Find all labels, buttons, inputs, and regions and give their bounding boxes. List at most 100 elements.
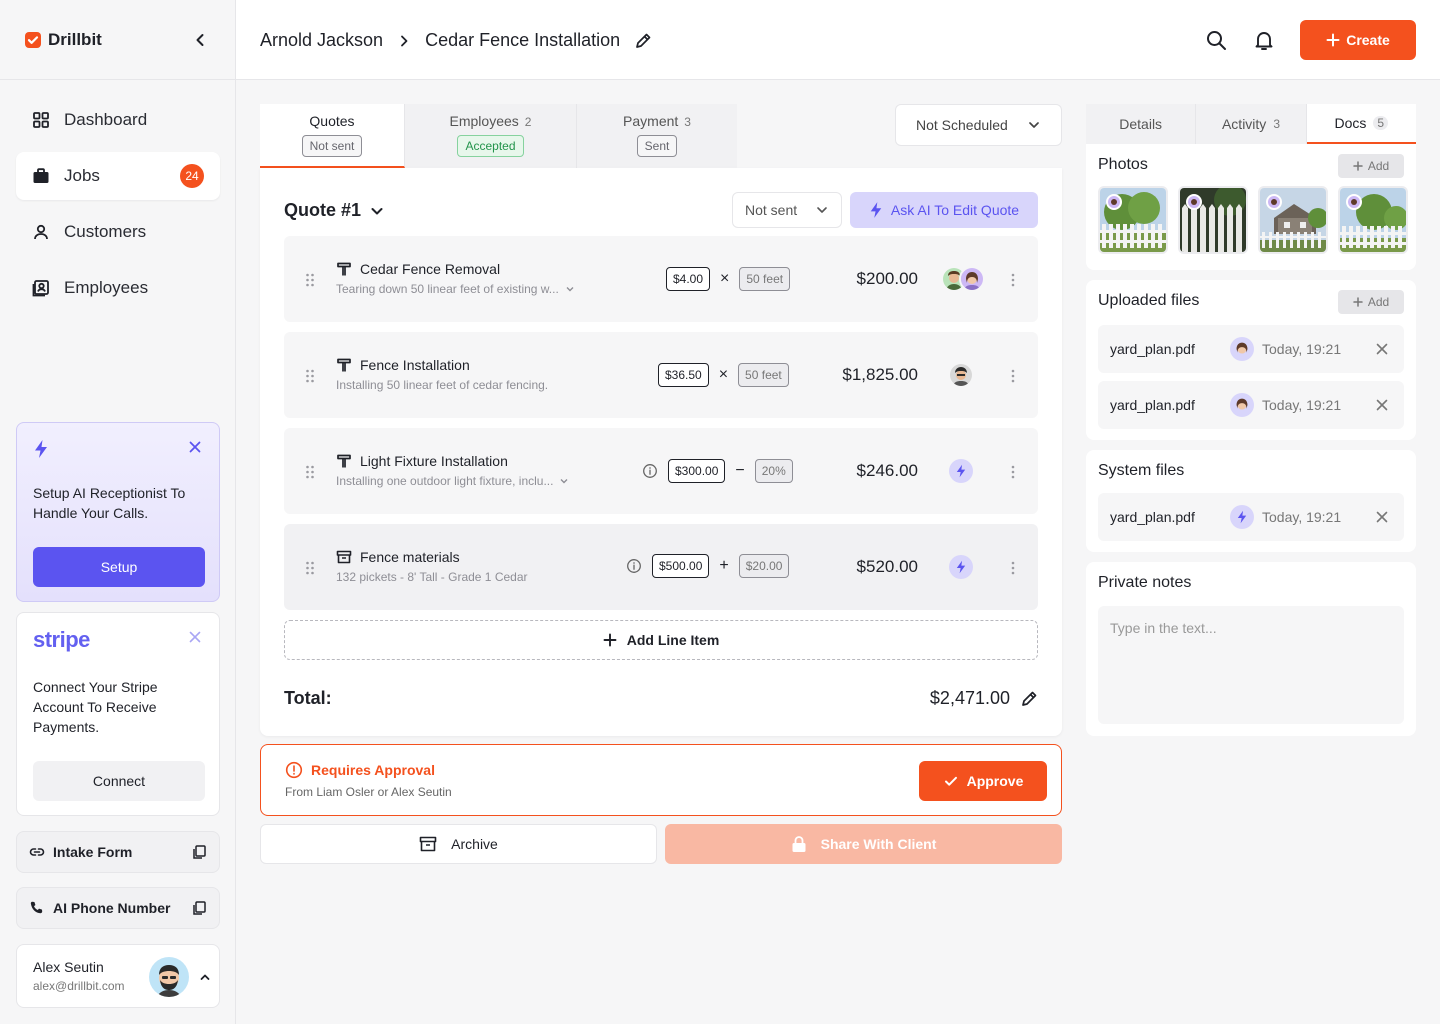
file-row[interactable]: yard_plan.pdf Today, 19:21 (1098, 493, 1404, 541)
unit-price-chip[interactable]: $4.00 (666, 267, 711, 291)
add-file-button[interactable]: Add (1338, 290, 1404, 314)
line-item[interactable]: Cedar Fence Removal Tearing down 50 line… (284, 236, 1038, 322)
status-pill: Accepted (457, 135, 524, 157)
nav-item-employees[interactable]: Employees (16, 264, 220, 312)
info-icon[interactable] (642, 463, 658, 479)
more-vertical-icon[interactable] (1010, 464, 1016, 480)
unit-price-chip[interactable]: $500.00 (652, 554, 710, 578)
nav-item-jobs[interactable]: Jobs 24 (16, 152, 220, 200)
schedule-select[interactable]: Not Scheduled (895, 104, 1062, 146)
add-line-item-button[interactable]: Add Line Item (284, 620, 1038, 660)
markup-chip[interactable]: $20.00 (738, 554, 790, 578)
drag-handle-icon[interactable] (304, 464, 316, 480)
photos-panel: Photos Add (1086, 144, 1416, 270)
approve-button[interactable]: Approve (919, 761, 1047, 801)
chevron-down-icon (371, 207, 383, 214)
assignee-avatars[interactable] (949, 555, 973, 579)
quote-title[interactable]: Quote #1 (284, 200, 385, 221)
box-icon (336, 550, 352, 564)
tab-activity[interactable]: Activity 3 (1196, 104, 1307, 144)
drag-handle-icon[interactable] (304, 272, 316, 288)
operator: − (735, 462, 745, 479)
photo-thumbnail[interactable] (1338, 186, 1408, 254)
link-icon (29, 848, 45, 856)
photo-thumbnail[interactable] (1098, 186, 1168, 254)
line-item[interactable]: Fence Installation Installing 50 linear … (284, 332, 1038, 418)
close-icon[interactable] (187, 629, 203, 645)
more-vertical-icon[interactable] (1010, 272, 1016, 288)
photo-thumbnail[interactable] (1178, 186, 1248, 254)
more-vertical-icon[interactable] (1010, 368, 1016, 384)
chevron-down-icon[interactable] (565, 284, 575, 294)
photos-title: Photos (1098, 156, 1148, 173)
approve-label: Approve (966, 773, 1024, 789)
user-menu[interactable]: Alex Seutin alex@drillbit.com (16, 944, 220, 1008)
stripe-logo: stripe (33, 627, 90, 652)
hammer-icon (337, 358, 351, 372)
line-item[interactable]: Fence materials 132 pickets - 8' Tall - … (284, 524, 1038, 610)
chevron-down-icon[interactable] (559, 476, 569, 486)
assignee-avatars[interactable] (949, 459, 973, 483)
drag-handle-icon[interactable] (304, 560, 316, 576)
quote-status-select[interactable]: Not sent (732, 192, 842, 228)
tab-count: 3 (1273, 117, 1280, 131)
pencil-icon[interactable] (1020, 690, 1038, 708)
private-notes-input[interactable] (1098, 606, 1404, 724)
pencil-icon[interactable] (634, 32, 652, 50)
close-icon[interactable] (187, 439, 203, 455)
search-icon[interactable] (1204, 28, 1228, 52)
tab-count: 3 (684, 115, 691, 129)
logo[interactable]: Drillbit (24, 30, 102, 50)
nav-item-customers[interactable]: Customers (16, 208, 220, 256)
breadcrumb-job: Cedar Fence Installation (425, 30, 621, 50)
setup-button[interactable]: Setup (33, 547, 205, 587)
topbar: Arnold Jackson Cedar Fence Installation … (236, 0, 1440, 80)
bell-icon[interactable] (1252, 28, 1276, 52)
total-amount: $2,471.00 (929, 688, 1010, 708)
assignee-avatars[interactable] (941, 266, 985, 292)
line-item[interactable]: Light Fixture Installation Installing on… (284, 428, 1038, 514)
ai-phone-label: AI Phone Number (53, 900, 171, 916)
line-item-title-text: Light Fixture Installation (360, 453, 508, 469)
tab-details[interactable]: Details (1086, 104, 1197, 144)
copy-icon[interactable] (191, 844, 207, 860)
close-icon[interactable] (1374, 397, 1390, 413)
line-item-calc: $4.00 × 50 feet (666, 267, 791, 291)
share-with-client-button[interactable]: Share With Client (665, 824, 1062, 864)
close-icon[interactable] (1374, 341, 1390, 357)
chevron-down-icon (817, 207, 827, 213)
ai-phone-number-link[interactable]: AI Phone Number (16, 887, 220, 929)
connect-button[interactable]: Connect (33, 761, 205, 801)
line-item-amount: $520.00 (856, 557, 918, 576)
nav-item-dashboard[interactable]: Dashboard (16, 96, 220, 144)
breadcrumb-customer[interactable]: Arnold Jackson (260, 30, 383, 51)
quantity-chip[interactable]: 50 feet (739, 267, 791, 291)
drag-handle-icon[interactable] (304, 368, 316, 384)
approval-banner: Requires Approval From Liam Osler or Ale… (260, 744, 1062, 816)
intake-form-link[interactable]: Intake Form (16, 831, 220, 873)
file-row[interactable]: yard_plan.pdf Today, 19:21 (1098, 325, 1404, 373)
tab-docs[interactable]: Docs 5 (1306, 104, 1416, 144)
discount-chip[interactable]: 20% (754, 459, 793, 483)
tab-payment[interactable]: Payment 3 Sent (577, 104, 737, 168)
tab-quotes[interactable]: Quotes Not sent (260, 104, 405, 168)
photo-thumbnail[interactable] (1258, 186, 1328, 254)
unit-price-chip[interactable]: $300.00 (668, 459, 726, 483)
info-icon[interactable] (626, 558, 642, 574)
more-vertical-icon[interactable] (1010, 560, 1016, 576)
chevron-up-icon[interactable] (197, 969, 213, 985)
copy-icon[interactable] (191, 900, 207, 916)
add-photo-button[interactable]: Add (1338, 154, 1404, 178)
ask-ai-edit-quote-button[interactable]: Ask AI To Edit Quote (850, 192, 1038, 228)
chevron-left-icon[interactable] (190, 30, 210, 50)
create-button[interactable]: Create (1300, 20, 1416, 60)
quantity-chip[interactable]: 50 feet (738, 363, 789, 387)
unit-price-chip[interactable]: $36.50 (658, 363, 709, 387)
add-line-label: Add Line Item (626, 632, 720, 648)
close-icon[interactable] (1374, 509, 1390, 525)
assignee-avatars[interactable] (948, 362, 974, 388)
tab-employees[interactable]: Employees 2 Accepted (405, 104, 577, 168)
status-pill: Sent (636, 135, 678, 157)
file-row[interactable]: yard_plan.pdf Today, 19:21 (1098, 381, 1404, 429)
archive-button[interactable]: Archive (260, 824, 657, 864)
